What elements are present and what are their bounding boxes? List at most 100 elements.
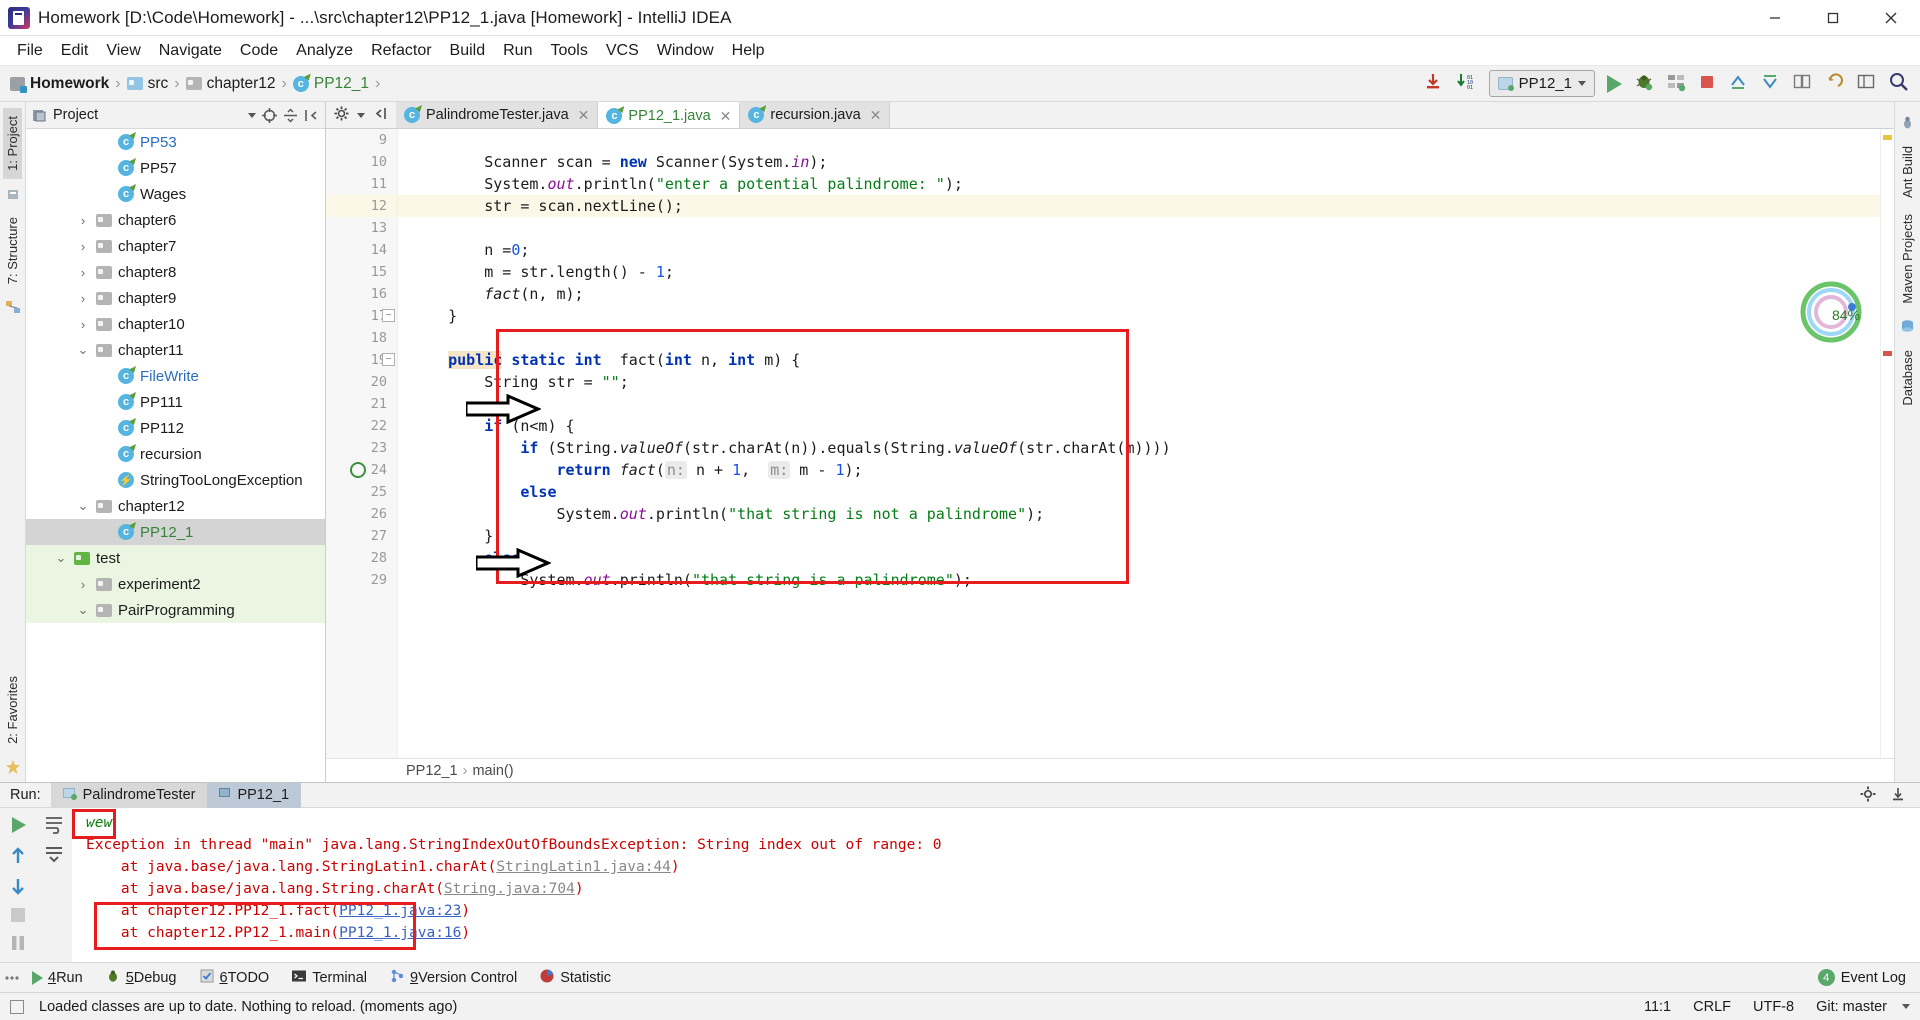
console-error-line[interactable]: at chapter12.PP12_1.main(PP12_1.java:16) [72,922,1920,944]
search-icon[interactable] [1888,71,1910,96]
file-encoding[interactable]: UTF-8 [1746,999,1801,1015]
code-line[interactable]: System.out.println("that string is not a… [398,503,1880,525]
console-error-line[interactable]: at chapter12.PP12_1.fact(PP12_1.java:23) [72,900,1920,922]
line-number[interactable]: 22 [326,415,397,437]
hide-editor-panel-icon[interactable] [373,106,388,124]
breadcrumb-footer-class[interactable]: PP12_1 [406,763,458,779]
tree-node-chapter11[interactable]: ⌄ chapter11 [26,337,325,363]
tool-tab-maven[interactable]: Maven Projects [1898,206,1917,312]
chevron-right-icon[interactable]: › [76,577,90,592]
console-error-line[interactable]: at java.base/java.lang.String.charAt(Str… [72,878,1920,900]
stacktrace-link[interactable]: PP12_1.java:16 [339,925,461,941]
code-line[interactable]: System.out.println("enter a potential pa… [398,173,1880,195]
tool-tab-favorites[interactable]: 2: Favorites [3,668,22,752]
code-line[interactable]: m = str.length() - 1; [398,261,1880,283]
breadcrumb-item-src[interactable]: src [125,75,171,93]
bottom-tab-todo[interactable]: 6TODO [189,963,280,993]
menu-edit[interactable]: Edit [52,40,98,62]
run-configuration-selector[interactable]: PP12_1 [1488,70,1595,97]
code-line[interactable]: fact(n, m); [398,283,1880,305]
chevron-down-icon[interactable]: ⌄ [76,342,90,358]
dependencies-icon[interactable] [5,299,21,315]
down-stacktrace-icon[interactable] [8,876,28,899]
console-output[interactable]: wew Exception in thread "main" java.lang.… [72,808,1920,962]
code-line[interactable]: else [398,547,1880,569]
tree-node-pp111[interactable]: c PP111 [26,389,325,415]
git-branch[interactable]: Git: master [1809,999,1894,1015]
coverage-icon[interactable] [1666,72,1686,95]
bottom-tab-run[interactable]: 4Run [22,963,93,993]
stop-icon[interactable] [1698,73,1716,94]
breadcrumb-item-module[interactable]: Homework [8,75,111,93]
code-text-area[interactable]: Scanner scan = new Scanner(System.in); S… [398,129,1880,758]
maximize-button[interactable] [1804,0,1862,36]
code-line[interactable]: n =0; [398,239,1880,261]
menu-tools[interactable]: Tools [541,40,596,62]
database-icon[interactable] [1900,319,1916,335]
menu-run[interactable]: Run [494,40,541,62]
editor-tab-recursion-java[interactable]: c recursion.java ✕ [740,102,891,128]
chevron-right-icon[interactable]: › [76,291,90,306]
line-number[interactable]: 15 [326,261,397,283]
minimize-button[interactable] [1746,0,1804,36]
line-separator[interactable]: CRLF [1686,999,1738,1015]
chevron-down-icon[interactable]: ⌄ [54,550,68,566]
line-number[interactable]: 29 [326,569,397,591]
code-line[interactable]: } [398,525,1880,547]
line-number[interactable]: 14 [326,239,397,261]
build-binary-icon[interactable]: 01 10 01 [1455,72,1477,95]
chevron-right-icon[interactable]: › [76,213,90,228]
menu-window[interactable]: Window [648,40,723,62]
menu-analyze[interactable]: Analyze [287,40,362,62]
tree-node-pp53[interactable]: c PP53 [26,129,325,155]
locate-icon[interactable] [262,107,277,123]
line-number[interactable]: 23 [326,437,397,459]
breadcrumb-item-class[interactable]: c PP12_1 [291,75,371,93]
editor-tab-pp12-1-java[interactable]: c PP12_1.java ✕ [598,102,741,128]
commander-icon[interactable] [5,186,21,202]
menu-refactor[interactable]: Refactor [362,40,440,62]
code-line[interactable]: } [398,305,1880,327]
bottom-tab-statistic[interactable]: Statistic [529,963,621,993]
vcs-update-icon[interactable] [1728,72,1748,95]
menu-code[interactable]: Code [231,40,287,62]
code-editor[interactable]: 9 10 11 12 13 14 15 16 17 18 19 20 21 22 23 24 25 26 27 28 2… [326,129,1894,758]
chevron-down-icon[interactable] [1902,1004,1910,1009]
menu-view[interactable]: View [97,40,149,62]
close-icon[interactable]: ✕ [578,107,590,124]
code-line[interactable]: public static int fact(int n, int m) { [398,349,1880,371]
tool-tab-structure[interactable]: 7: Structure [3,209,22,292]
tree-node-pp12-1[interactable]: c PP12_1 [26,519,325,545]
code-line[interactable] [398,327,1880,349]
editor-tab-palindrometester-java[interactable]: c PalindromeTester.java ✕ [396,102,599,128]
code-fold-marker[interactable]: − [382,353,395,366]
line-number[interactable]: 9 [326,129,397,151]
hide-panel-icon[interactable] [304,108,319,123]
stacktrace-link[interactable]: StringLatin1.java:44 [496,859,671,875]
close-icon[interactable]: ✕ [870,107,882,124]
line-number-gutter[interactable]: 9 10 11 12 13 14 15 16 17 18 19 20 21 22 23 24 25 26 27 28 2… [326,129,398,758]
close-button[interactable] [1862,0,1920,36]
download-icon[interactable] [1423,72,1443,95]
vcs-commit-icon[interactable] [1760,72,1780,95]
breadcrumb-item-package[interactable]: chapter12 [184,75,278,93]
code-line[interactable] [398,217,1880,239]
tree-node-experiment2[interactable]: › experiment2 [26,571,325,597]
bottom-tab-version-control[interactable]: 9Version Control [379,963,527,993]
tool-tab-ant-build[interactable]: Ant Build [1898,138,1917,206]
code-line[interactable]: System.out.println("that string is a pal… [398,569,1880,591]
code-line[interactable]: if (n<m) { [398,415,1880,437]
tree-node-chapter6[interactable]: › chapter6 [26,207,325,233]
code-line[interactable]: Scanner scan = new Scanner(System.in); [398,151,1880,173]
tree-node-chapter10[interactable]: › chapter10 [26,311,325,337]
menu-navigate[interactable]: Navigate [150,40,231,62]
editor-marker-scrollbar[interactable] [1880,129,1894,758]
up-stacktrace-icon[interactable] [8,846,28,869]
export-download-icon[interactable] [1890,786,1920,805]
vcs-diff-icon[interactable] [1792,72,1812,95]
line-number[interactable]: 16 [326,283,397,305]
line-number[interactable]: 12 [326,195,397,217]
code-line[interactable] [398,129,1880,151]
debug-icon[interactable] [1634,72,1654,95]
chevron-right-icon[interactable]: › [76,239,90,254]
